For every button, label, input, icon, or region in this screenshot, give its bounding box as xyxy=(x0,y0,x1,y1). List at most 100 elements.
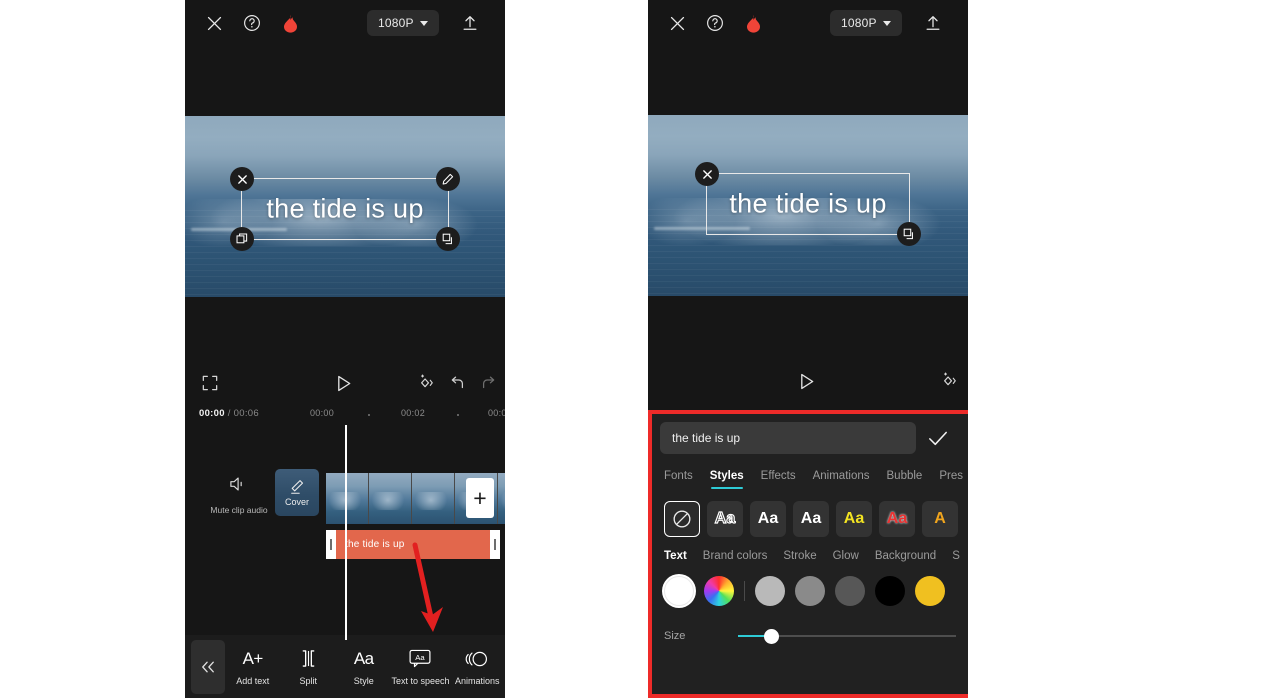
app-header-right: 1080P xyxy=(648,0,968,46)
redo-icon[interactable] xyxy=(475,370,501,396)
resize-text-handle[interactable] xyxy=(897,222,921,246)
cover-label: Cover xyxy=(284,496,309,507)
export-button[interactable] xyxy=(920,10,946,36)
trim-handle-right[interactable] xyxy=(490,530,500,559)
magic-wand-icon[interactable] xyxy=(413,370,439,396)
playback-controls-right xyxy=(648,359,968,403)
style-swatch-white-plain[interactable]: Aa xyxy=(750,501,786,537)
subtab-glow[interactable]: Glow xyxy=(833,550,859,562)
subtab-stroke[interactable]: Stroke xyxy=(783,550,816,562)
annotation-arrow xyxy=(412,542,443,632)
subtab-shadow[interactable]: S xyxy=(952,550,960,562)
trim-handle-left[interactable] xyxy=(326,530,336,559)
tab-animations[interactable]: Animations xyxy=(813,470,870,482)
toolbar-item-animations[interactable]: Animations xyxy=(450,635,505,698)
mute-clip-audio-button[interactable]: Mute clip audio xyxy=(209,475,269,515)
overlay-text: the tide is up xyxy=(729,188,887,219)
mute-clip-audio-label: Mute clip audio xyxy=(210,505,268,515)
delete-text-handle[interactable] xyxy=(695,162,719,186)
play-icon[interactable] xyxy=(331,370,357,396)
video-preview-right[interactable]: the tide is up xyxy=(648,115,968,296)
help-circle-icon[interactable] xyxy=(239,10,265,36)
color-wheel-icon[interactable] xyxy=(704,576,734,606)
color-swatch-dark-gray[interactable] xyxy=(835,576,865,606)
color-swatch-medium-gray[interactable] xyxy=(795,576,825,606)
split-icon xyxy=(300,648,317,670)
tab-fonts[interactable]: Fonts xyxy=(664,470,693,482)
text-selection-box-right[interactable]: the tide is up xyxy=(695,162,921,246)
tab-bubble[interactable]: Bubble xyxy=(887,470,923,482)
tab-presets[interactable]: Pres xyxy=(939,470,963,482)
size-label: Size xyxy=(664,630,686,642)
cover-button[interactable]: Cover xyxy=(275,469,319,516)
slider-knob[interactable] xyxy=(764,628,780,644)
toolbar-item-split[interactable]: Split xyxy=(280,635,335,698)
timecode-display: 00:00 / 00:06 xyxy=(199,408,259,419)
undo-icon[interactable] xyxy=(444,370,470,396)
ruler-dot-1 xyxy=(368,414,370,416)
delete-text-handle[interactable] xyxy=(230,167,254,191)
edit-text-handle[interactable] xyxy=(436,167,460,191)
clip-thumbnail xyxy=(412,473,455,524)
toolbar-label-add-text: Add text xyxy=(236,675,270,686)
style-swatch-outline[interactable]: Aa xyxy=(707,501,743,537)
color-swatch-light-gray[interactable] xyxy=(755,576,785,606)
text-editor-sheet: the tide is up Fonts Styles Effects Anim… xyxy=(648,410,968,698)
magic-wand-icon[interactable] xyxy=(936,368,962,394)
toolbar-item-add-text[interactable]: A+ Add text xyxy=(225,635,280,698)
divider xyxy=(744,581,745,601)
color-swatch-yellow[interactable] xyxy=(915,576,945,606)
pencil-icon xyxy=(291,479,304,494)
add-clip-button[interactable]: + xyxy=(466,478,494,518)
size-control-row: Size xyxy=(652,616,968,656)
resolution-selector[interactable]: 1080P xyxy=(830,10,902,36)
clip-thumbnail xyxy=(369,473,412,524)
animations-icon xyxy=(465,648,489,670)
text-input[interactable]: the tide is up xyxy=(660,422,916,454)
duplicate-text-handle[interactable] xyxy=(230,227,254,251)
resize-text-handle[interactable] xyxy=(436,227,460,251)
style-swatch-red[interactable]: Aa xyxy=(879,501,915,537)
close-icon[interactable] xyxy=(201,10,227,36)
clip-thumbnail xyxy=(498,473,505,524)
overlay-text: the tide is up xyxy=(266,193,424,224)
tab-styles[interactable]: Styles xyxy=(710,470,744,489)
resolution-selector[interactable]: 1080P xyxy=(367,10,439,36)
style-swatch-row[interactable]: Aa Aa Aa Aa Aa Aa A xyxy=(652,496,968,542)
tab-effects[interactable]: Effects xyxy=(761,470,796,482)
ruler-tick-2: 00:0 xyxy=(488,408,505,418)
flame-icon[interactable] xyxy=(277,10,303,36)
color-swatch-white[interactable] xyxy=(664,576,694,606)
size-slider[interactable] xyxy=(738,627,956,645)
editor-panel-left: 1080P the tide is up 00:00 / 00:06 00:00… xyxy=(185,0,505,698)
subtab-background[interactable]: Background xyxy=(875,550,936,562)
video-preview-left[interactable]: the tide is up xyxy=(185,116,505,297)
color-swatch-black[interactable] xyxy=(875,576,905,606)
ruler-dot-2 xyxy=(457,414,459,416)
subtab-text[interactable]: Text xyxy=(664,550,687,562)
export-button[interactable] xyxy=(457,10,483,36)
flame-icon[interactable] xyxy=(740,10,766,36)
add-text-icon: A+ xyxy=(242,649,264,668)
help-circle-icon[interactable] xyxy=(702,10,728,36)
text-selection-box-left[interactable]: the tide is up xyxy=(230,167,460,251)
style-swatch-white-bold[interactable]: Aa xyxy=(793,501,829,537)
playhead[interactable] xyxy=(345,425,347,640)
clip-thumbnail xyxy=(326,473,369,524)
collapse-toolbar-button[interactable] xyxy=(191,639,225,694)
style-swatch-none[interactable] xyxy=(664,501,700,537)
style-swatch-orange[interactable]: A xyxy=(922,501,958,537)
toolbar-item-style[interactable]: Aa Style xyxy=(336,635,391,698)
style-swatch-yellow[interactable]: Aa xyxy=(836,501,872,537)
ruler-tick-1: 00:02 xyxy=(401,408,426,418)
toolbar-label-style: Style xyxy=(353,675,374,686)
confirm-text-button[interactable] xyxy=(916,430,960,447)
timeline-tracks[interactable]: Mute clip audio Cover + the tide is up xyxy=(185,425,505,640)
close-icon[interactable] xyxy=(664,10,690,36)
speaker-mute-icon xyxy=(230,477,242,491)
toolbar-label-animations: Animations xyxy=(454,675,500,686)
total-time: 00:06 xyxy=(233,408,259,419)
expand-icon[interactable] xyxy=(197,370,223,396)
subtab-brand-colors[interactable]: Brand colors xyxy=(703,550,768,562)
play-icon[interactable] xyxy=(794,368,820,394)
